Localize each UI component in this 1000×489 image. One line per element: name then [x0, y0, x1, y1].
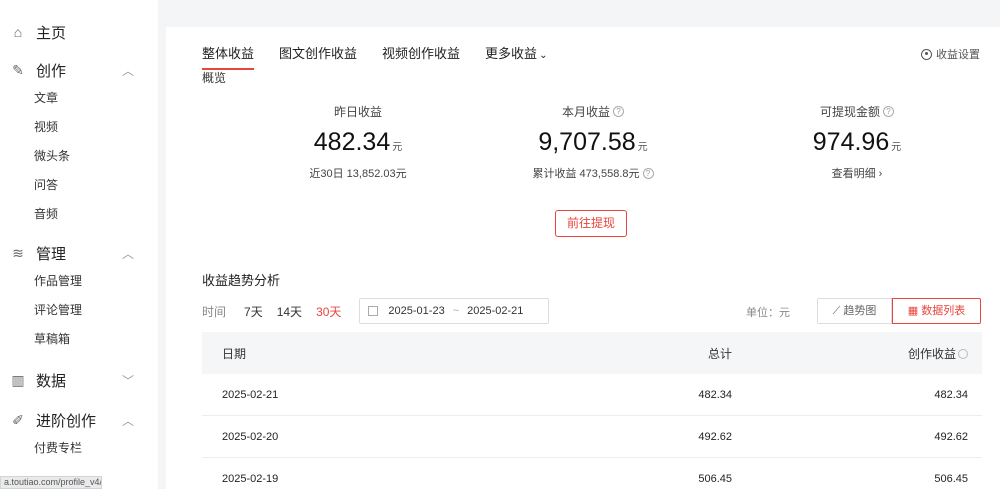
range-separator: ~: [452, 305, 460, 317]
cell-total: 506.45: [698, 472, 732, 485]
header-creation-income: 创作收益: [732, 345, 982, 362]
date-range-picker[interactable]: 2025-01-23 ~ 2025-02-21: [359, 298, 550, 324]
stat-title: 昨日收益: [333, 105, 382, 119]
pen-icon: ✎: [12, 62, 24, 78]
table-row: 2025-02-20 492.62 492.62: [202, 416, 982, 458]
cell-creation-income: 482.34: [934, 388, 968, 401]
chevron-up-icon: ︿: [122, 413, 135, 428]
income-settings-link[interactable]: 收益设置: [921, 46, 980, 62]
sidebar-item-micro[interactable]: 微头条: [0, 142, 158, 171]
sidebar-item-audio[interactable]: 音频: [0, 200, 158, 229]
filter-7-days[interactable]: 7天: [244, 303, 263, 320]
data-list-button[interactable]: ▦ 数据列表: [892, 298, 981, 324]
time-label: 时间: [202, 304, 227, 319]
stat-title: 本月收益: [561, 105, 610, 119]
help-icon[interactable]: ?: [642, 167, 654, 179]
stat-value: 9,707.58: [538, 128, 636, 156]
sidebar-group-label: 创作: [36, 62, 67, 80]
cell-date: 2025-02-20: [222, 430, 279, 443]
stat-sub: 累计收益 473,558.8元: [532, 168, 640, 180]
tab-bar: 整体收益 图文创作收益 视频创作收益 更多收益 ⌄: [202, 43, 572, 70]
tab-overall-income[interactable]: 整体收益: [202, 43, 255, 70]
help-icon[interactable]: [958, 349, 968, 360]
filter-30-days[interactable]: 30天: [316, 303, 341, 320]
stat-value: 974.96: [812, 128, 890, 156]
sidebar-group-label: 进阶创作: [36, 412, 97, 430]
view-details-link[interactable]: 查看明细 ›: [832, 165, 883, 181]
sidebar-group-advanced[interactable]: ✐ 进阶创作 ︿: [0, 406, 158, 434]
tab-video-income[interactable]: 视频创作收益: [382, 43, 460, 69]
calendar-icon: [368, 306, 379, 316]
unit-label: 单位：元: [746, 307, 790, 319]
sidebar-item-comments[interactable]: 评论管理: [0, 296, 158, 325]
table-row: 2025-02-19 506.45 506.45: [202, 458, 982, 489]
sidebar-item-works[interactable]: 作品管理: [0, 267, 158, 296]
date-start: 2025-01-23: [388, 305, 445, 317]
tab-label: 更多收益: [485, 46, 538, 61]
cell-total: 492.62: [698, 430, 732, 443]
cell-creation-income: 492.62: [934, 430, 968, 443]
chevron-up-icon: ︿: [122, 63, 135, 78]
withdraw-button[interactable]: 前往提现: [555, 210, 627, 237]
sidebar-item-drafts[interactable]: 草稿箱: [0, 325, 158, 354]
settings-label: 收益设置: [936, 49, 980, 61]
table-header: 日期 总计 创作收益: [202, 332, 982, 374]
stat-unit: 元: [891, 142, 902, 153]
sidebar: ⌂ 主页 ✎ 创作 ︿ 文章 视频 微头条 问答 音频 ≋ 管理 ︿ 作品管理 …: [0, 0, 158, 489]
line-chart-icon: ⟋: [832, 305, 841, 317]
button-label: 数据列表: [921, 305, 966, 317]
chevron-down-icon: ﹀: [122, 373, 135, 388]
stat-withdrawable: 可提现金额? 974.96 元 查看明细 ›: [757, 103, 957, 181]
help-icon[interactable]: ?: [613, 106, 624, 117]
sidebar-group-label: 管理: [36, 245, 67, 263]
table-icon: ▦: [907, 305, 919, 317]
filter-14-days[interactable]: 14天: [277, 303, 302, 320]
sidebar-item-home[interactable]: ⌂ 主页: [0, 18, 158, 46]
header-label: 创作收益: [907, 346, 956, 361]
sidebar-item-qa[interactable]: 问答: [0, 171, 158, 200]
tab-more-income[interactable]: 更多收益 ⌄: [485, 43, 547, 69]
status-bar-url: a.toutiao.com/profile_v4/: [0, 476, 102, 489]
sidebar-group-data[interactable]: ▥ 数据 ﹀: [0, 366, 158, 394]
chevron-up-icon: ︿: [122, 246, 135, 261]
sidebar-group-manage[interactable]: ≋ 管理 ︿: [0, 239, 158, 267]
stat-month: 本月收益? 9,707.58 元 累计收益 473,558.8元?: [493, 103, 693, 181]
stat-unit: 元: [637, 142, 648, 153]
edit-doc-icon: ✐: [12, 412, 24, 428]
button-label: 趋势图: [843, 305, 877, 317]
cell-total: 482.34: [698, 388, 732, 401]
sidebar-group-label: 数据: [36, 372, 67, 390]
sidebar-item-label: 主页: [36, 24, 67, 42]
cell-date: 2025-02-21: [222, 388, 279, 401]
stat-title: 可提现金额: [819, 105, 880, 119]
sidebar-group-create[interactable]: ✎ 创作 ︿: [0, 56, 158, 84]
bar-chart-icon: ▥: [11, 372, 25, 388]
sidebar-item-paid-column[interactable]: 付费专栏: [0, 434, 158, 463]
date-end: 2025-02-21: [467, 305, 524, 317]
stat-yesterday: 昨日收益 482.34 元 近30日 13,852.03元: [258, 103, 458, 181]
sidebar-item-video[interactable]: 视频: [0, 113, 158, 142]
time-filter: 时间 7天 14天 30天 2025-01-23 ~ 2025-02-21: [202, 298, 550, 324]
income-table: 日期 总计 创作收益 2025-02-21 482.34 482.34 2025…: [202, 332, 982, 489]
main-panel: 整体收益 图文创作收益 视频创作收益 更多收益 ⌄ 收益设置 概览 昨日收益 48…: [166, 27, 1000, 489]
layers-icon: ≋: [12, 245, 24, 261]
tab-article-income[interactable]: 图文创作收益: [279, 43, 357, 69]
cell-creation-income: 506.45: [934, 472, 968, 485]
stat-sub: 近30日 13,852.03元: [309, 168, 407, 180]
header-date: 日期: [222, 346, 247, 361]
sidebar-item-article[interactable]: 文章: [0, 84, 158, 113]
stat-value: 482.34: [313, 128, 391, 156]
stat-unit: 元: [392, 142, 403, 153]
trend-chart-button[interactable]: ⟋ 趋势图: [817, 298, 892, 324]
help-icon[interactable]: ?: [883, 106, 894, 117]
cell-date: 2025-02-19: [222, 472, 279, 485]
header-total: 总计: [707, 346, 732, 361]
overview-heading: 概览: [202, 71, 227, 85]
chevron-down-icon: ⌄: [539, 50, 548, 61]
home-icon: ⌂: [13, 24, 23, 40]
trend-section-title: 收益趋势分析: [202, 273, 281, 288]
table-row: 2025-02-21 482.34 482.34: [202, 374, 982, 416]
settings-icon: [921, 48, 932, 60]
